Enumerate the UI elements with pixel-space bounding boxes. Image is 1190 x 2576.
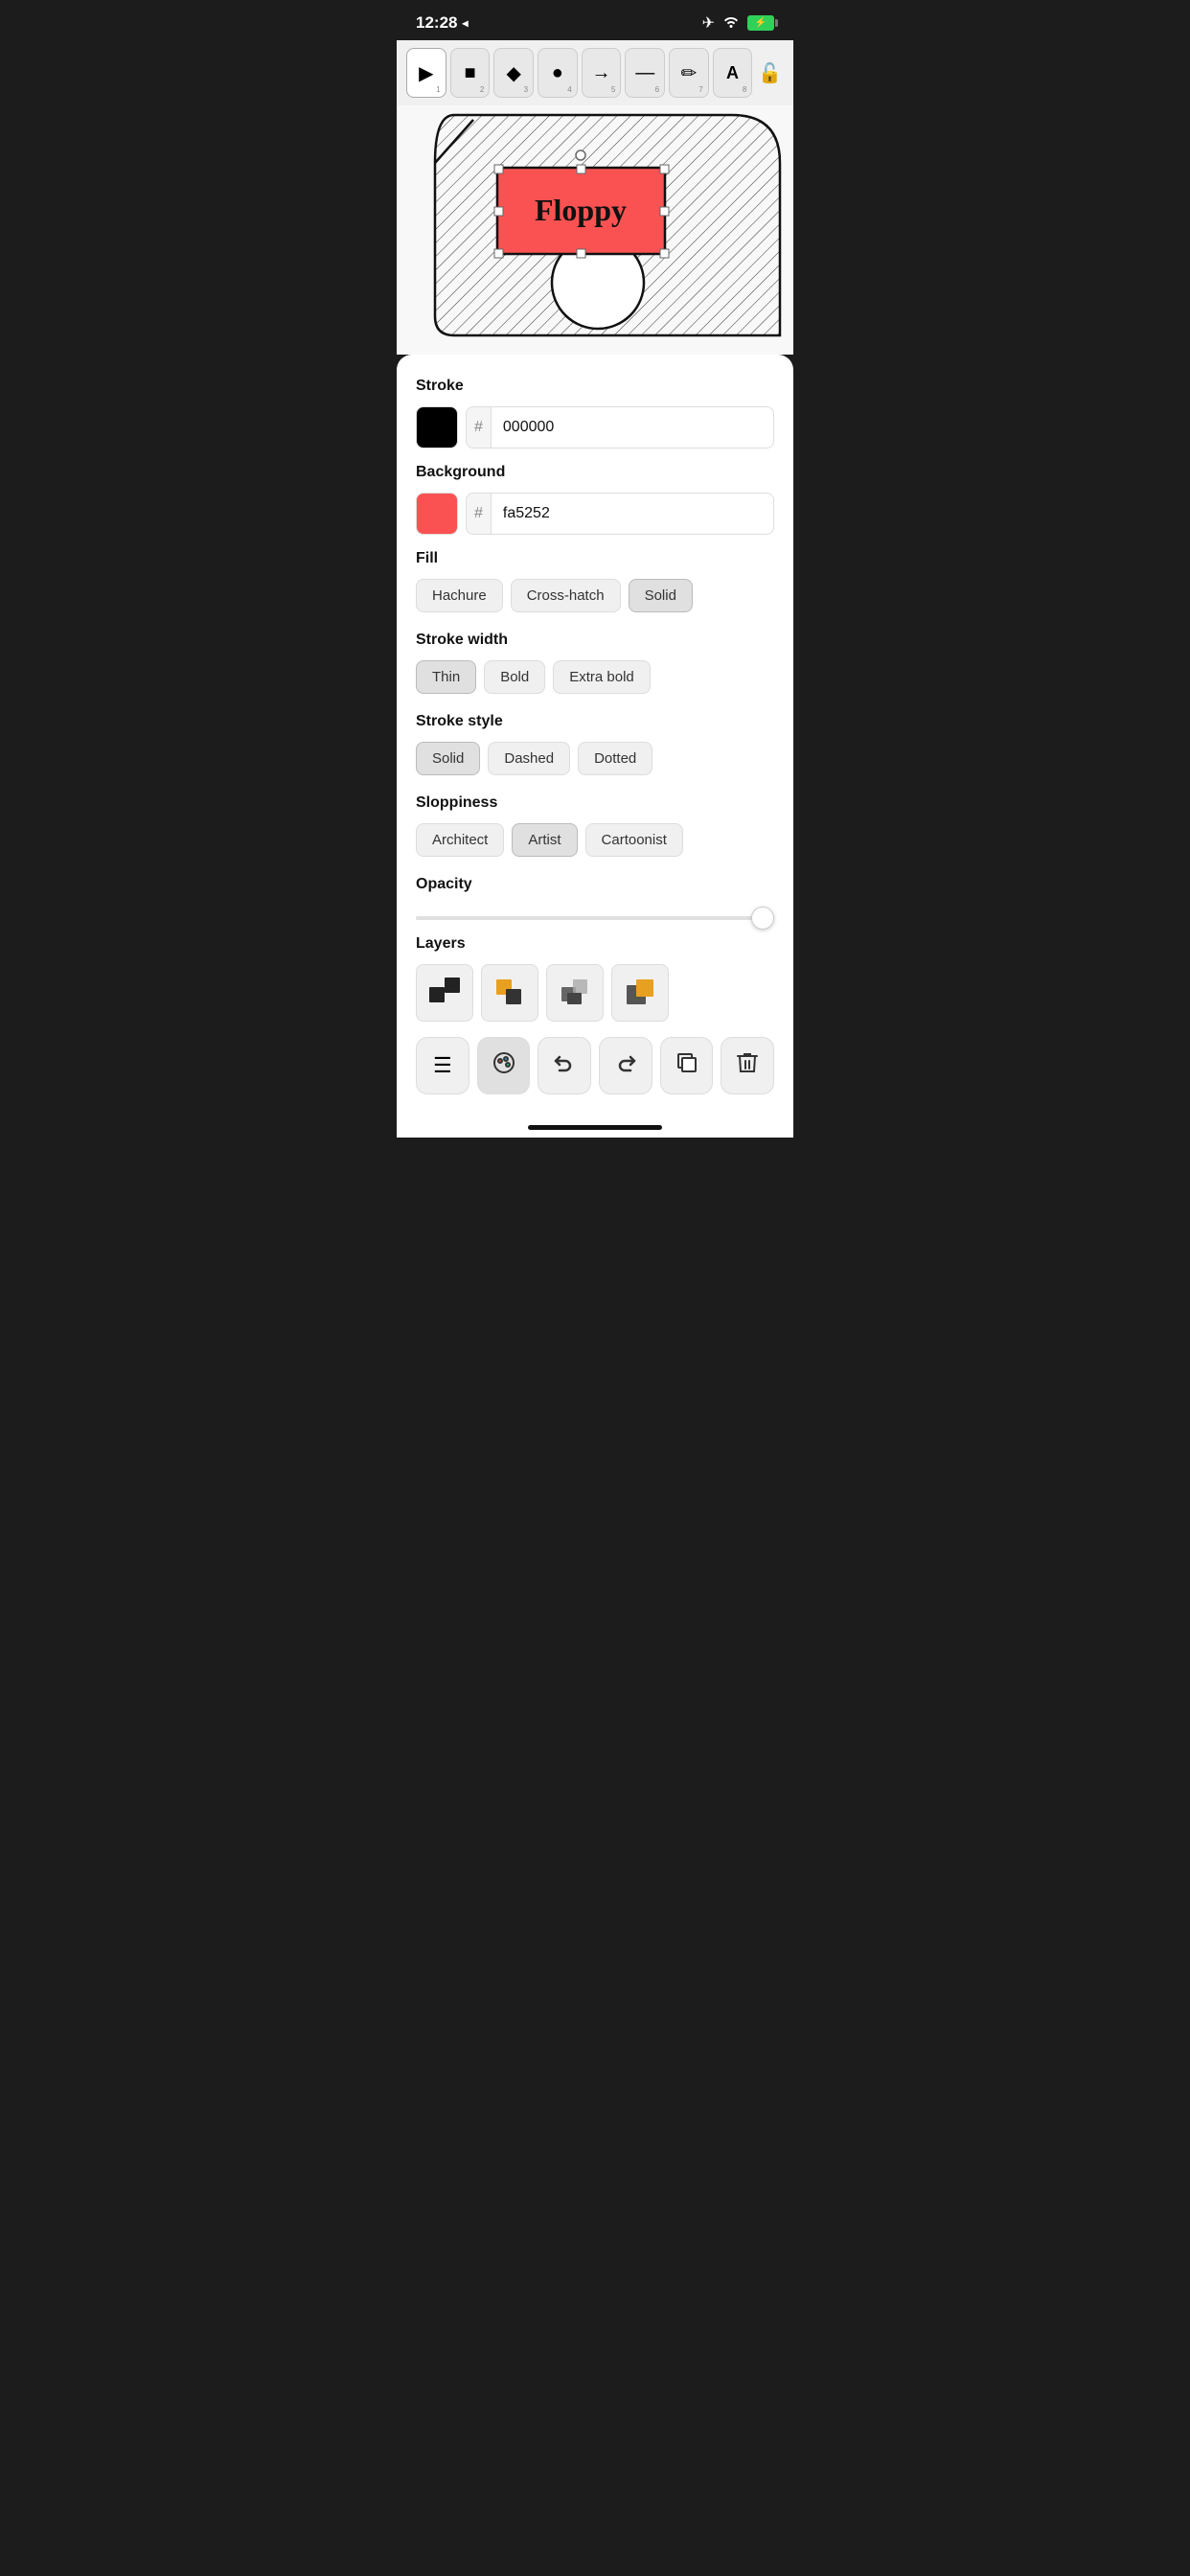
layers-icon xyxy=(675,1051,698,1080)
bg-hex-input[interactable] xyxy=(492,493,774,535)
stroke-dashed[interactable]: Dashed xyxy=(488,742,570,775)
status-icons: ✈ ⚡ xyxy=(702,13,774,33)
layers-toggle-button[interactable] xyxy=(660,1037,714,1094)
pencil-tool[interactable]: ✏ 7 xyxy=(669,48,709,98)
opacity-slider[interactable] xyxy=(416,916,774,920)
wifi-icon xyxy=(722,14,740,33)
stroke-hash: # xyxy=(466,406,492,448)
redo-button[interactable] xyxy=(599,1037,652,1094)
lock-icon: 🔓 xyxy=(758,61,782,85)
diamond-tool[interactable]: ◆ 3 xyxy=(493,48,534,98)
layers-row xyxy=(416,964,774,1022)
status-time: 12:28 ◂ xyxy=(416,13,469,33)
stroke-hex-input[interactable] xyxy=(492,406,774,448)
layers-label: Layers xyxy=(416,935,774,953)
pencil-icon: ✏ xyxy=(680,61,697,85)
bg-hash: # xyxy=(466,493,492,535)
style-button[interactable] xyxy=(477,1037,531,1094)
bg-color-row: # xyxy=(416,493,774,535)
bottom-toolbar: ☰ xyxy=(416,1037,774,1094)
arrow-tool[interactable]: → 5 xyxy=(582,48,622,98)
menu-button[interactable]: ☰ xyxy=(416,1037,469,1094)
diamond-icon: ◆ xyxy=(506,61,520,85)
circle-icon: ● xyxy=(552,62,563,84)
layer-1[interactable] xyxy=(416,964,473,1022)
stroke-color-swatch[interactable] xyxy=(416,406,458,448)
background-label: Background xyxy=(416,464,774,481)
undo-button[interactable] xyxy=(538,1037,591,1094)
sloppiness-architect[interactable]: Architect xyxy=(416,823,504,857)
stroke-solid[interactable]: Solid xyxy=(416,742,480,775)
stroke-extra-bold[interactable]: Extra bold xyxy=(553,660,651,694)
opacity-slider-wrap xyxy=(416,905,774,935)
airplane-icon: ✈ xyxy=(702,13,715,33)
menu-icon: ☰ xyxy=(433,1053,452,1078)
stroke-label: Stroke xyxy=(416,378,774,395)
lock-button[interactable]: 🔓 xyxy=(756,56,784,90)
sloppiness-artist[interactable]: Artist xyxy=(512,823,577,857)
home-indicator xyxy=(397,1114,793,1138)
select-tool[interactable]: ▶ 1 xyxy=(406,48,446,98)
stroke-bold[interactable]: Bold xyxy=(484,660,545,694)
fill-solid[interactable]: Solid xyxy=(629,579,693,612)
properties-panel: Stroke # Background # Fill Hachure Cross… xyxy=(397,355,793,1114)
trash-icon xyxy=(737,1051,758,1080)
toolbar: ▶ 1 ■ 2 ◆ 3 ● 4 → 5 — 6 ✏ 7 A 8 🔓 xyxy=(397,40,793,105)
delete-button[interactable] xyxy=(721,1037,774,1094)
line-tool[interactable]: — 6 xyxy=(625,48,665,98)
redo-icon xyxy=(614,1051,637,1080)
location-icon: ◂ xyxy=(462,16,468,30)
stroke-hex-wrap: # xyxy=(466,406,774,448)
stroke-width-label: Stroke width xyxy=(416,632,774,649)
svg-text:Floppy: Floppy xyxy=(535,193,627,227)
home-bar xyxy=(528,1125,662,1130)
stroke-style-options: Solid Dashed Dotted xyxy=(416,742,774,775)
fill-crosshatch[interactable]: Cross-hatch xyxy=(511,579,621,612)
line-icon: — xyxy=(635,62,654,84)
arrow-icon: → xyxy=(592,62,611,84)
stroke-width-options: Thin Bold Extra bold xyxy=(416,660,774,694)
layer-2[interactable] xyxy=(481,964,538,1022)
sloppiness-label: Sloppiness xyxy=(416,794,774,812)
bg-hex-wrap: # xyxy=(466,493,774,535)
stroke-thin[interactable]: Thin xyxy=(416,660,476,694)
fill-label: Fill xyxy=(416,550,774,567)
layer-4[interactable] xyxy=(611,964,669,1022)
text-icon: A xyxy=(726,63,739,83)
fill-hachure[interactable]: Hachure xyxy=(416,579,503,612)
cursor-icon: ▶ xyxy=(419,61,433,85)
battery-icon: ⚡ xyxy=(747,15,774,31)
layer-3[interactable] xyxy=(546,964,604,1022)
sloppiness-cartoonist[interactable]: Cartoonist xyxy=(585,823,683,857)
canvas-area[interactable]: Floppy xyxy=(397,105,793,355)
stroke-color-row: # xyxy=(416,406,774,448)
drawing-canvas[interactable]: Floppy xyxy=(397,105,793,355)
fill-options: Hachure Cross-hatch Solid xyxy=(416,579,774,612)
text-tool[interactable]: A 8 xyxy=(713,48,753,98)
sloppiness-options: Architect Artist Cartoonist xyxy=(416,823,774,857)
palette-icon xyxy=(492,1051,515,1080)
opacity-label: Opacity xyxy=(416,876,774,893)
opacity-thumb[interactable] xyxy=(751,907,774,930)
circle-tool[interactable]: ● 4 xyxy=(538,48,578,98)
status-bar: 12:28 ◂ ✈ ⚡ xyxy=(397,0,793,40)
bg-color-swatch[interactable] xyxy=(416,493,458,535)
rectangle-icon: ■ xyxy=(464,62,475,84)
rectangle-tool[interactable]: ■ 2 xyxy=(450,48,491,98)
undo-icon xyxy=(553,1051,576,1080)
stroke-style-label: Stroke style xyxy=(416,713,774,730)
stroke-dotted[interactable]: Dotted xyxy=(578,742,652,775)
time-display: 12:28 xyxy=(416,13,457,33)
